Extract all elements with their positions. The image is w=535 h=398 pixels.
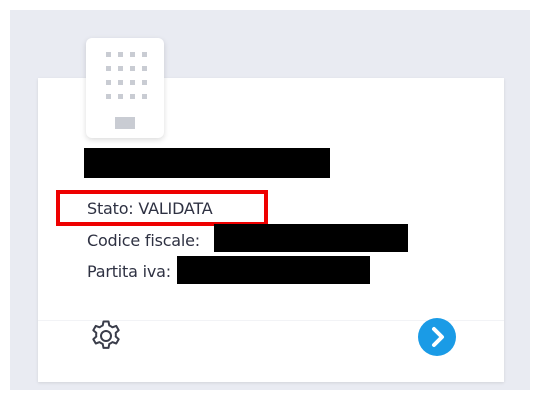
tax-code-redacted xyxy=(214,224,408,252)
vat-number-redacted xyxy=(177,256,370,284)
tax-code-label: Codice fiscale: xyxy=(87,231,200,250)
company-name-redacted xyxy=(84,148,330,178)
gear-icon xyxy=(92,320,120,349)
status-text: Stato: VALIDATA xyxy=(87,199,213,218)
chevron-right-icon xyxy=(432,327,444,347)
vat-label: Partita iva: xyxy=(87,262,171,281)
company-logo xyxy=(86,38,164,138)
building-icon xyxy=(106,52,147,129)
open-details-button[interactable] xyxy=(418,318,456,356)
settings-button[interactable] xyxy=(88,318,124,354)
